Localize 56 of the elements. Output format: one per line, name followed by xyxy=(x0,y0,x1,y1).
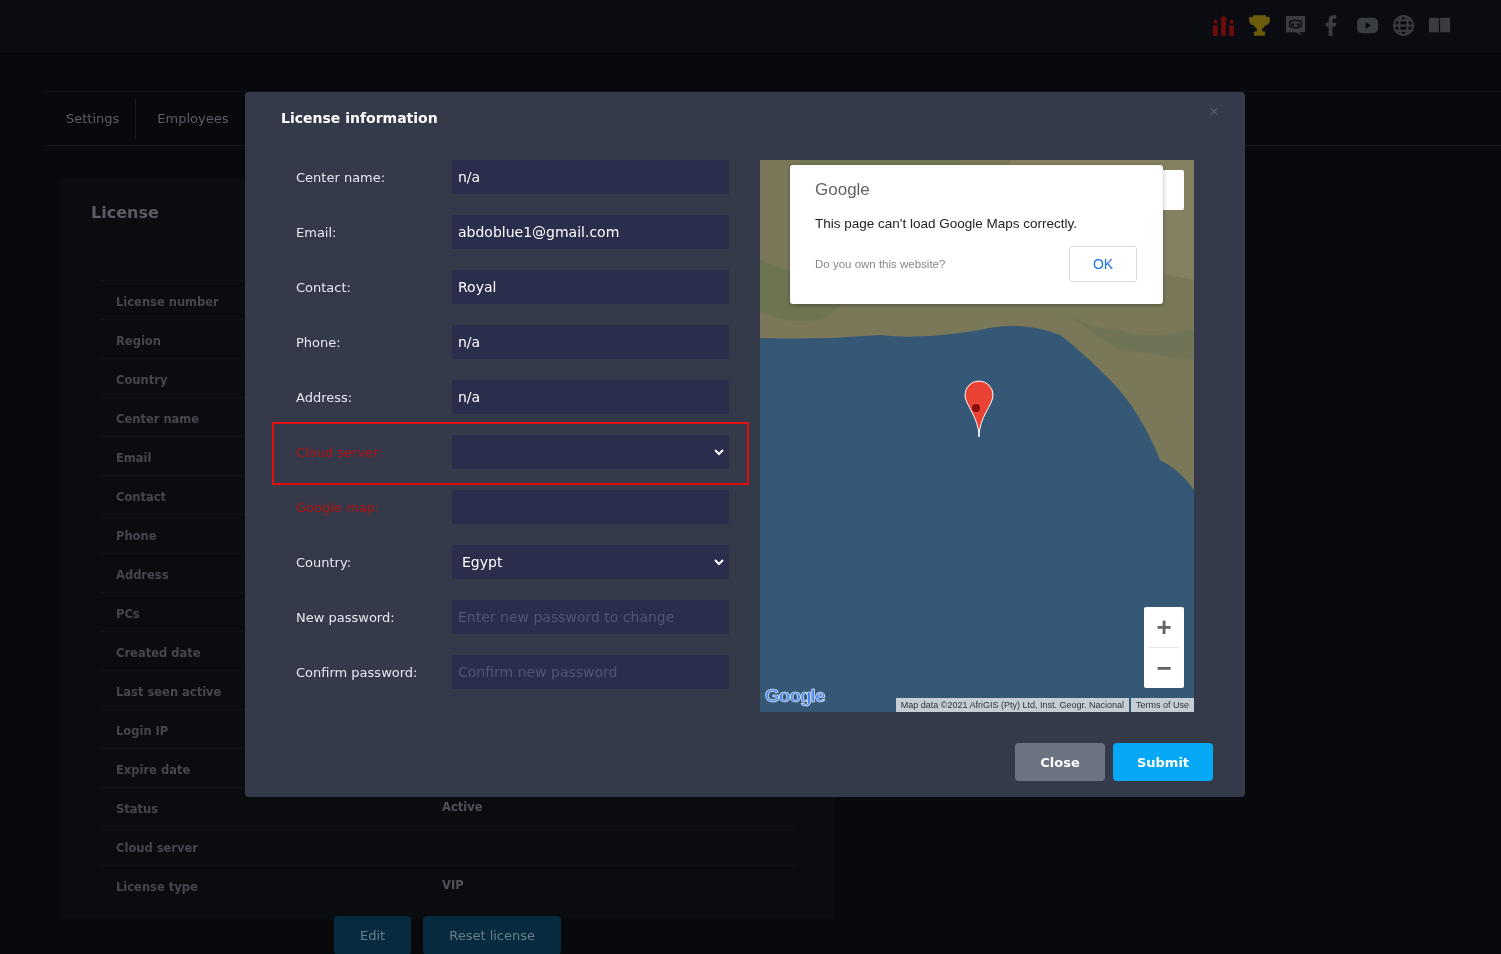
tab[interactable]: Settings xyxy=(45,98,137,139)
field-label: Phone: xyxy=(296,334,342,350)
popup-brand: Google xyxy=(815,180,870,200)
field-label: Cloud server: xyxy=(296,444,384,460)
terms-link[interactable]: Terms of Use xyxy=(1131,698,1194,712)
zoom-in-button[interactable]: + xyxy=(1144,607,1184,647)
card-button[interactable]: Reset license xyxy=(423,916,561,954)
row-label: License type xyxy=(115,879,198,894)
row-value: VIP xyxy=(442,878,464,892)
field-label: New password: xyxy=(296,609,396,625)
popup-message: This page can't load Google Maps correctly. xyxy=(815,216,1078,231)
row-label: Last seen active xyxy=(115,684,222,699)
chevron-down-icon xyxy=(713,556,725,568)
input-field[interactable]: n/a xyxy=(452,380,729,414)
map-logo: Google xyxy=(765,685,825,707)
globe-icon[interactable] xyxy=(1392,14,1415,37)
field-label: Email: xyxy=(296,224,338,240)
input-field[interactable]: n/a xyxy=(452,160,729,194)
popup-question: Do you own this website? xyxy=(815,258,946,270)
field-label: Country: xyxy=(296,554,353,570)
row-value: Active xyxy=(442,800,483,814)
card-button[interactable]: Edit xyxy=(334,916,412,954)
chevron-down-icon xyxy=(713,446,725,458)
row-label: Cloud server xyxy=(115,840,198,855)
zoom-out-button[interactable]: − xyxy=(1144,648,1184,688)
row-label: Email xyxy=(115,450,152,465)
row-label: Created date xyxy=(115,645,201,660)
field-label: Address: xyxy=(296,389,354,405)
dropdown[interactable]: Egypt xyxy=(452,545,729,579)
row-label: Contact xyxy=(115,489,167,504)
leaderboard-icon[interactable] xyxy=(1212,14,1235,37)
map-attribution: Map data ©2021 AfriGIS (Pty) Ltd, Inst. Geogr. Nacional xyxy=(895,698,1129,712)
input-field[interactable]: abdoblue1@gmail.com xyxy=(452,215,729,249)
input-field[interactable]: n/a xyxy=(452,325,729,359)
row-label: Center name xyxy=(115,411,200,426)
row-label: Status xyxy=(115,801,159,816)
close-button[interactable]: Close xyxy=(1015,743,1105,781)
row-label: PCs xyxy=(115,606,140,621)
modal-title: License information xyxy=(281,110,438,126)
trophy-icon[interactable] xyxy=(1248,14,1271,37)
dropdown[interactable] xyxy=(452,435,729,469)
row-label: Expire date xyxy=(115,762,191,777)
row-label: Region xyxy=(115,333,161,348)
ok-button[interactable]: OK xyxy=(1069,246,1137,282)
card-title: License xyxy=(91,203,159,222)
field-label: Center name: xyxy=(296,169,387,185)
row-label: Login IP xyxy=(115,723,169,738)
chat-icon[interactable] xyxy=(1284,14,1307,37)
field-label: Contact: xyxy=(296,279,352,295)
row-label: Address xyxy=(115,567,169,582)
row-label: Country xyxy=(115,372,168,387)
row-label: Phone xyxy=(115,528,157,543)
row-label: License number xyxy=(115,294,219,309)
field-label: Confirm password: xyxy=(296,664,419,680)
field-label: Google map: xyxy=(296,499,381,515)
input-field[interactable]: Royal xyxy=(452,270,729,304)
